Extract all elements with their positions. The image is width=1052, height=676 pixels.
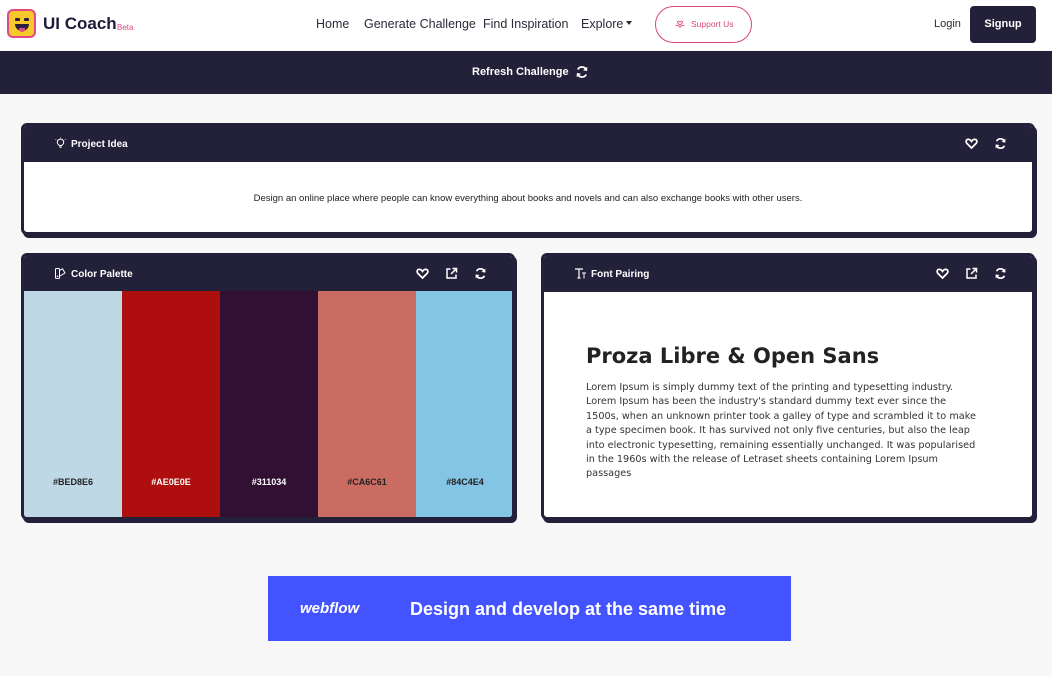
color-swatch[interactable]: #311034	[220, 291, 318, 517]
login-link[interactable]: Login	[934, 18, 961, 30]
swatches-icon	[55, 268, 66, 279]
refresh-challenge-bar[interactable]: Refresh Challenge	[0, 51, 1052, 94]
top-navbar: UI Coach Beta Home Generate Challenge Fi…	[0, 0, 1052, 50]
hands-heart-icon	[675, 20, 685, 29]
beta-badge: Beta	[117, 23, 134, 32]
heart-icon[interactable]	[936, 267, 949, 280]
webflow-ad-banner[interactable]: webflow Design and develop at the same t…	[268, 576, 791, 641]
color-palette-header: Color Palette	[24, 256, 512, 292]
font-pairing-header: Font Pairing	[544, 256, 1032, 292]
font-pairing-card: Font Pairing Proza Libre & Open Sans Lor…	[541, 253, 1035, 520]
project-idea-card: Project Idea Design an online place wher…	[21, 123, 1035, 235]
support-us-label: Support Us	[691, 19, 734, 29]
ui-coach-logo-icon[interactable]	[7, 9, 36, 38]
color-palette-card: Color Palette #BED8E6 #AE0E0E #311034 #C…	[21, 253, 515, 520]
nav-home[interactable]: Home	[316, 17, 349, 31]
font-sample-text: Lorem Ipsum is simply dummy text of the …	[586, 382, 976, 480]
project-idea-text: Design an online place where people can …	[253, 193, 803, 204]
ad-tagline: Design and develop at the same time	[410, 599, 727, 619]
webflow-logo: webflow	[300, 600, 360, 617]
refresh-icon[interactable]	[994, 137, 1007, 150]
color-swatch[interactable]: #84C4E4	[416, 291, 512, 517]
color-swatch[interactable]: #BED8E6	[24, 291, 122, 517]
project-idea-header: Project Idea	[24, 126, 1032, 162]
refresh-icon[interactable]	[474, 267, 487, 280]
swatch-hex-label: #84C4E4	[446, 477, 484, 487]
project-idea-title: Project Idea	[71, 139, 128, 150]
swatch-hex-label: #AE0E0E	[151, 477, 191, 487]
swatch-hex-label: #BED8E6	[52, 477, 94, 487]
color-swatch[interactable]: #CA6C61	[318, 291, 416, 517]
heart-icon[interactable]	[965, 137, 978, 150]
color-swatch[interactable]: #AE0E0E	[122, 291, 220, 517]
signup-button[interactable]: Signup	[970, 6, 1036, 43]
lightbulb-icon	[55, 137, 66, 148]
font-pairing-title: Font Pairing	[591, 269, 650, 280]
font-icon	[575, 268, 586, 279]
refresh-challenge-label: Refresh Challenge	[472, 66, 569, 78]
color-palette-title: Color Palette	[71, 269, 133, 280]
nav-explore[interactable]: Explore	[581, 17, 623, 31]
refresh-icon[interactable]	[575, 65, 589, 79]
swatch-hex-label: #311034	[251, 477, 287, 487]
brand-name[interactable]: UI Coach	[43, 14, 117, 34]
external-link-icon[interactable]	[445, 267, 458, 280]
swatch-hex-label: #CA6C61	[347, 477, 387, 487]
chevron-down-icon	[626, 21, 632, 25]
nav-find-inspiration[interactable]: Find Inspiration	[483, 17, 568, 31]
external-link-icon[interactable]	[965, 267, 978, 280]
refresh-icon[interactable]	[994, 267, 1007, 280]
nav-generate-challenge[interactable]: Generate Challenge	[364, 17, 476, 31]
support-us-button[interactable]: Support Us	[655, 6, 752, 43]
font-pairing-name: Proza Libre & Open Sans	[586, 344, 880, 368]
heart-icon[interactable]	[416, 267, 429, 280]
